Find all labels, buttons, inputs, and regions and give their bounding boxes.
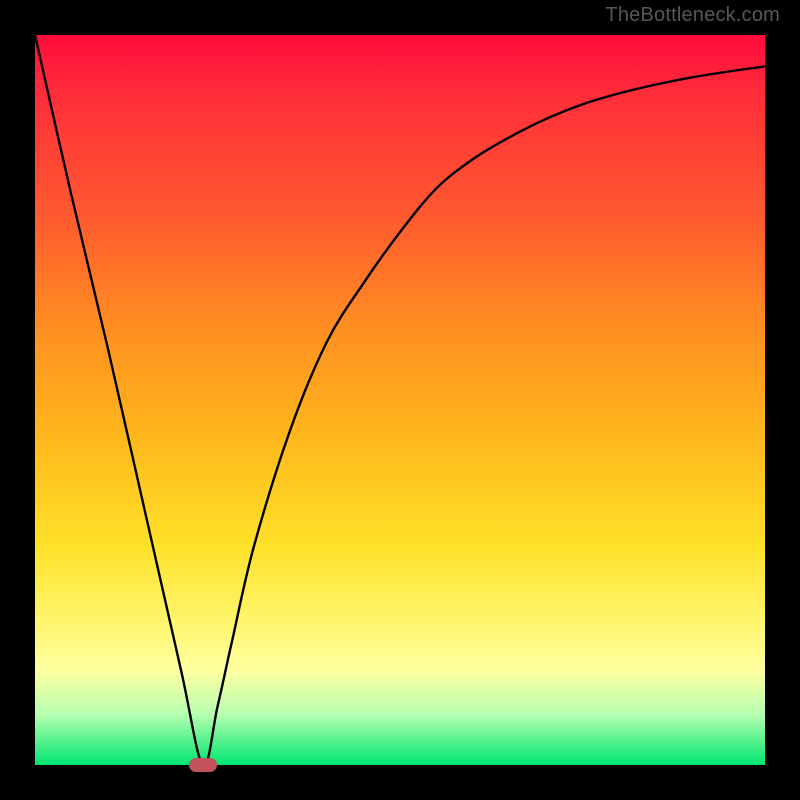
chart-frame: TheBottleneck.com bbox=[0, 0, 800, 800]
curve-path bbox=[35, 35, 765, 766]
watermark-text: TheBottleneck.com bbox=[605, 4, 780, 27]
minimum-marker bbox=[189, 758, 217, 772]
plot-area bbox=[35, 35, 765, 765]
bottleneck-curve bbox=[35, 35, 765, 765]
